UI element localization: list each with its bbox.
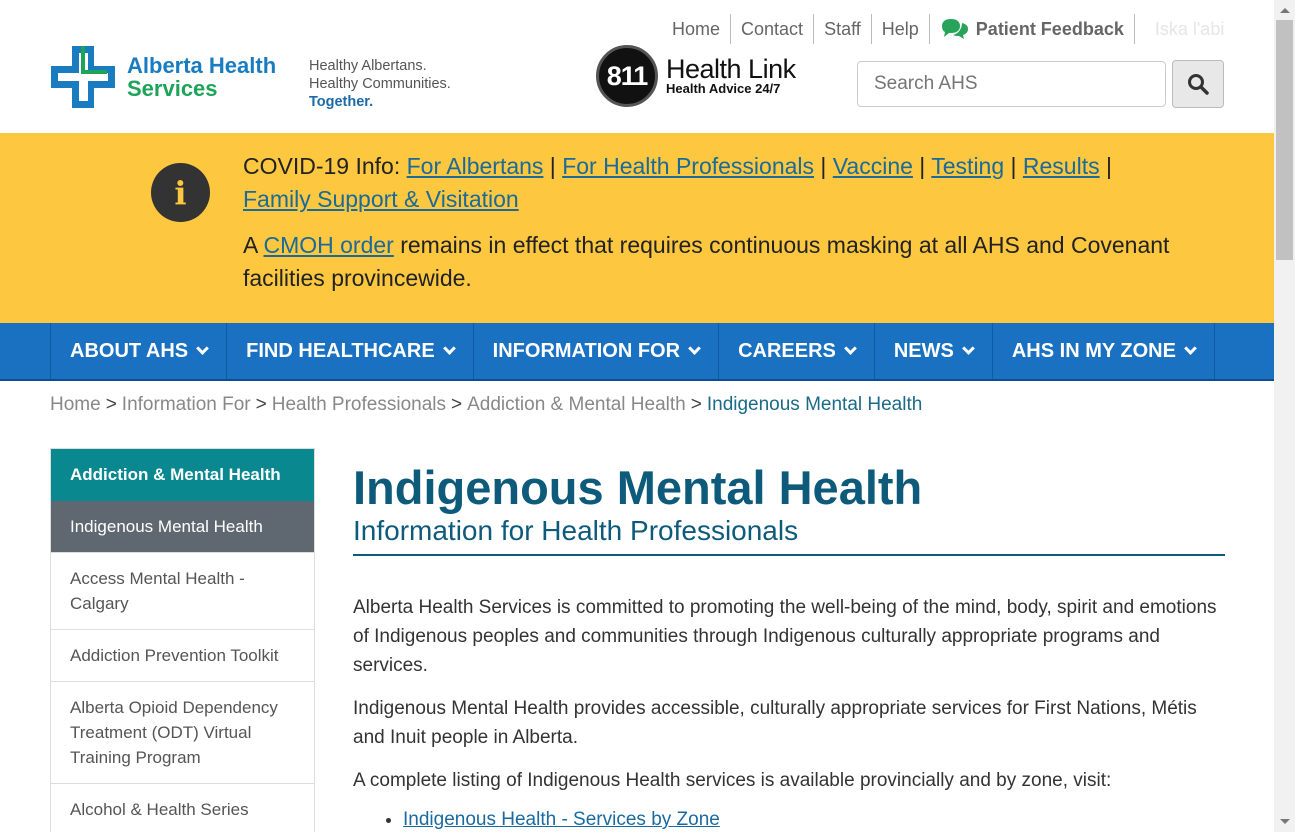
page-subtitle: Information for Health Professionals xyxy=(353,514,1225,556)
chevron-down-icon xyxy=(961,342,975,355)
nav-ahs-in-my-zone[interactable]: AHS IN MY ZONE xyxy=(993,323,1215,379)
patient-feedback-label: Patient Feedback xyxy=(975,19,1124,39)
ahs-cross-icon xyxy=(51,46,115,108)
nav-about-ahs[interactable]: ABOUT AHS xyxy=(51,323,228,379)
breadcrumb-separator: > xyxy=(105,394,117,415)
for-health-professionals-link[interactable]: For Health Professionals xyxy=(562,153,814,179)
link-separator: | xyxy=(814,153,833,179)
nav-careers[interactable]: CAREERS xyxy=(719,323,875,379)
list-item: Indigenous Health - Services by Zone xyxy=(403,809,1225,831)
breadcrumb-home[interactable]: Home xyxy=(50,394,101,415)
nav-label: ABOUT AHS xyxy=(70,339,189,362)
section-sidebar: Addiction & Mental Health Indigenous Men… xyxy=(50,448,315,832)
tagline-line-2: Healthy Communities. xyxy=(309,76,451,92)
breadcrumb: Home > Information For > Health Professional… xyxy=(50,394,922,416)
sidebar-item-access-mental-health[interactable]: Access Mental Health - Calgary xyxy=(51,552,314,629)
logo-line-1: Alberta Health xyxy=(127,53,277,78)
health-link-title: Health Link xyxy=(666,54,796,84)
logo-line-2: Services xyxy=(127,76,218,101)
search-button[interactable] xyxy=(1172,60,1224,108)
chevron-down-icon xyxy=(442,342,456,355)
health-link-subtitle: Health Advice 24/7 xyxy=(666,81,781,96)
scroll-down-arrow-icon[interactable] xyxy=(1280,819,1290,824)
scrollbar-thumb[interactable] xyxy=(1276,20,1293,260)
testing-link[interactable]: Testing xyxy=(931,153,1004,179)
breadcrumb-information-for[interactable]: Information For xyxy=(122,394,251,415)
logo-text: Alberta Health Services xyxy=(127,54,276,100)
covid-info-prefix: COVID-19 Info: xyxy=(243,153,407,179)
health-link-811-badge: 811 xyxy=(596,45,658,107)
contact-link[interactable]: Contact xyxy=(731,14,815,44)
services-link-list: Indigenous Health - Services by Zone xyxy=(403,809,1225,831)
nav-find-healthcare[interactable]: FIND HEALTHCARE xyxy=(227,323,474,379)
nav-label: INFORMATION FOR xyxy=(492,339,681,362)
link-separator: | xyxy=(1004,153,1023,179)
breadcrumb-separator: > xyxy=(255,394,267,415)
language-link[interactable]: Iska l'abi xyxy=(1135,19,1224,40)
body-paragraph: A complete listing of Indigenous Health … xyxy=(353,770,1112,791)
link-separator: | xyxy=(1099,153,1112,179)
search-input[interactable] xyxy=(857,61,1166,107)
nav-label: AHS IN MY ZONE xyxy=(1011,339,1176,362)
body-paragraph: Indigenous Mental Health provides access… xyxy=(353,698,1197,748)
breadcrumb-current: Indigenous Mental Health xyxy=(706,394,923,415)
chevron-down-icon xyxy=(1184,342,1197,355)
cmoh-notice: A CMOH order remains in effect that requ… xyxy=(243,229,1183,295)
main-nav: ABOUT AHS FIND HEALTHCARE INFORMATION FO… xyxy=(0,323,1274,381)
tagline-line-1: Healthy Albertans. xyxy=(309,58,427,74)
breadcrumb-health-professionals[interactable]: Health Professionals xyxy=(272,394,446,415)
nav-news[interactable]: NEWS xyxy=(875,323,993,379)
chevron-down-icon xyxy=(843,342,857,355)
info-icon: i xyxy=(151,163,210,222)
breadcrumb-separator: > xyxy=(451,394,463,415)
help-link[interactable]: Help xyxy=(872,14,930,44)
utility-links: Home Contact Staff Help Patient Feedback… xyxy=(660,14,1224,44)
tagline-line-3: Together. xyxy=(309,94,374,110)
scroll-up-arrow-icon[interactable] xyxy=(1280,8,1290,13)
vaccine-link[interactable]: Vaccine xyxy=(833,153,913,179)
page-scrollbar[interactable] xyxy=(1274,0,1295,832)
cmoh-order-link[interactable]: CMOH order xyxy=(263,232,393,258)
site-header: Home Contact Staff Help Patient Feedback… xyxy=(0,0,1274,133)
nav-label: NEWS xyxy=(893,339,954,362)
link-separator: | xyxy=(912,153,932,179)
chevron-down-icon xyxy=(688,342,701,355)
health-link-logo[interactable]: 811 Health Link Health Advice 24/7 xyxy=(596,45,796,107)
results-link[interactable]: Results xyxy=(1023,153,1100,179)
sidebar-item-addiction-prevention[interactable]: Addiction Prevention Toolkit xyxy=(51,629,314,681)
sidebar-item-alcohol-health[interactable]: Alcohol & Health Series xyxy=(51,783,314,832)
nav-label: CAREERS xyxy=(738,339,836,362)
breadcrumb-separator: > xyxy=(690,394,702,415)
nav-label: FIND HEALTHCARE xyxy=(246,339,435,362)
staff-link[interactable]: Staff xyxy=(814,14,872,44)
family-support-visitation-link[interactable]: Family Support & Visitation xyxy=(243,186,519,212)
main-content: Indigenous Mental Health Information for… xyxy=(353,462,1225,831)
for-albertans-link[interactable]: For Albertans xyxy=(407,153,544,179)
covid-info-links: COVID-19 Info: For Albertans | For Healt… xyxy=(243,150,1183,216)
page-title: Indigenous Mental Health xyxy=(353,461,923,514)
ahs-logo[interactable]: Alberta Health Services xyxy=(51,46,276,108)
chevron-down-icon xyxy=(196,342,210,355)
intro-paragraph: Alberta Health Services is committed to … xyxy=(353,597,1217,676)
sidebar-item-active[interactable]: Indigenous Mental Health xyxy=(51,501,314,552)
tagline: Healthy Albertans. Healthy Communities. … xyxy=(309,57,451,111)
home-link[interactable]: Home xyxy=(660,14,732,44)
link-separator: | xyxy=(543,153,563,179)
sidebar-item-opioid-odt[interactable]: Alberta Opioid Dependency Treatment (ODT… xyxy=(51,681,314,783)
nav-information-for[interactable]: INFORMATION FOR xyxy=(474,323,720,379)
chat-bubbles-icon xyxy=(941,19,968,39)
health-link-text: Health Link Health Advice 24/7 xyxy=(666,56,796,96)
search-icon xyxy=(1188,74,1209,95)
patient-feedback-link[interactable]: Patient Feedback xyxy=(930,14,1135,44)
covid-banner-text: COVID-19 Info: For Albertans | For Healt… xyxy=(243,150,1183,295)
notice-prefix: A xyxy=(243,232,264,258)
sidebar-heading[interactable]: Addiction & Mental Health xyxy=(51,449,314,501)
breadcrumb-addiction-mental-health[interactable]: Addiction & Mental Health xyxy=(467,394,686,415)
services-by-zone-link[interactable]: Indigenous Health - Services by Zone xyxy=(403,809,720,830)
